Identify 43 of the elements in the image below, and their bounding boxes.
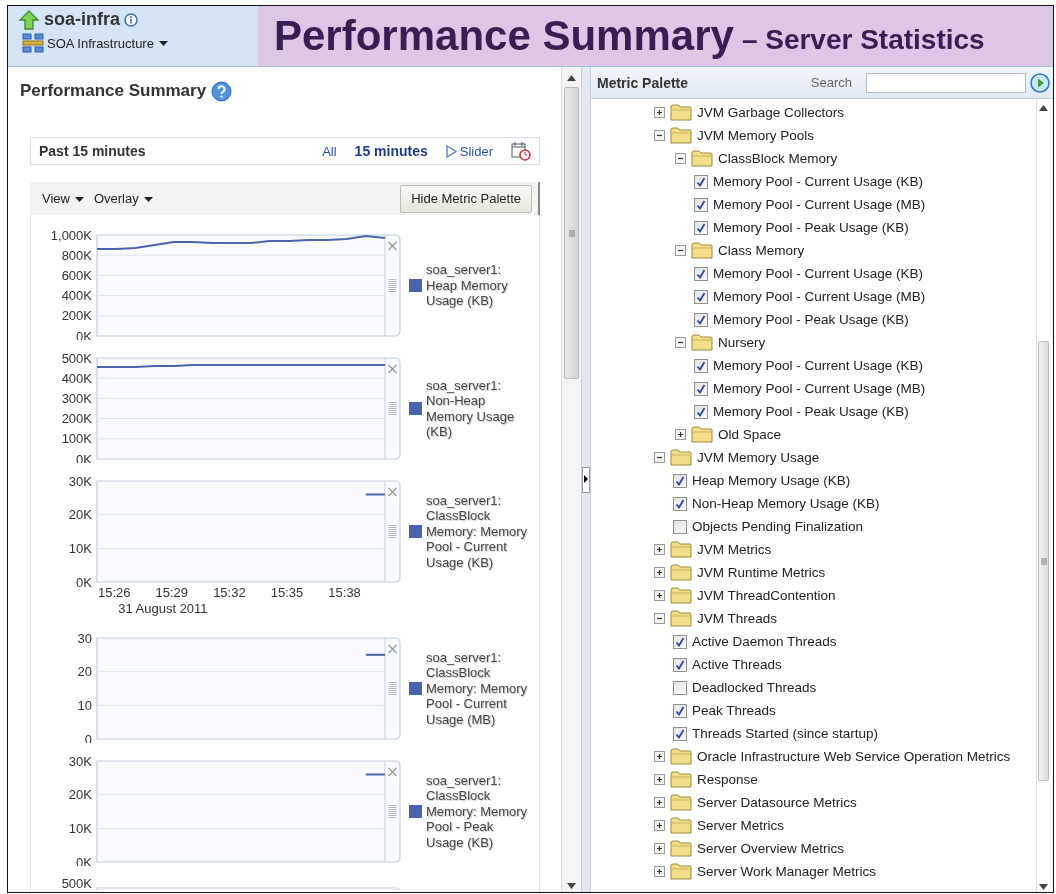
search-label: Search bbox=[810, 75, 852, 90]
axis-label: 30K bbox=[68, 473, 92, 489]
axis-label: 20K bbox=[68, 507, 92, 523]
legend-label: soa_server1: Heap Memory Usage (KB) bbox=[426, 262, 509, 309]
axis-label: 0K bbox=[76, 451, 92, 463]
legend-label: soa_server1: ClassBlock Memory: Memory Pool - Current Usage (MB) bbox=[426, 649, 529, 728]
axis-label: 800K bbox=[61, 247, 92, 263]
axis-title: 31 August 2011 bbox=[118, 601, 208, 616]
time-range-label: Past 15 minutes bbox=[38, 143, 147, 159]
axis-label: 100K bbox=[61, 431, 92, 447]
legend-label: soa_server1: ClassBlock Memory: Memory Pool - Current Usage (KB) bbox=[426, 492, 529, 571]
page-title: Performance Summary bbox=[274, 12, 734, 60]
axis-label: 20 bbox=[77, 664, 92, 680]
axis-label: 30K bbox=[68, 753, 92, 769]
axis-label: 20K bbox=[68, 787, 92, 803]
axis-label: 15:26 bbox=[97, 585, 131, 600]
palette-title: Metric Palette bbox=[597, 74, 690, 91]
axis-label: 15:29 bbox=[155, 585, 189, 600]
axis-label: 10K bbox=[68, 540, 92, 556]
axis-label: 0K bbox=[76, 328, 92, 340]
axis-label: 500K bbox=[61, 876, 92, 890]
axis-label: 0 bbox=[84, 731, 92, 743]
axis-label: 300K bbox=[61, 390, 92, 406]
axis-label: 600K bbox=[61, 267, 92, 283]
axis-label: 30 bbox=[77, 630, 92, 646]
legend-label: soa_server1: ClassBlock Memory: Memory Pool - Peak Usage (KB) bbox=[426, 772, 529, 851]
panel-title: Performance Summary bbox=[20, 81, 207, 101]
axis-label: 0K bbox=[76, 574, 92, 590]
axis-label: 1,000K bbox=[50, 227, 92, 243]
axis-label: 0K bbox=[76, 854, 92, 866]
axis-label: 15:38 bbox=[328, 585, 361, 600]
axis-label: 15:32 bbox=[213, 585, 246, 600]
axis-label: 15:35 bbox=[270, 585, 304, 600]
axis-label: 200K bbox=[61, 411, 92, 427]
legend-label: soa_server1: Non-Heap Memory Usage (KB) bbox=[426, 377, 516, 440]
axis-label: 500K bbox=[61, 350, 92, 366]
axis-label: 10 bbox=[77, 697, 92, 713]
axis-label: 200K bbox=[61, 308, 92, 324]
axis-label: 10K bbox=[68, 820, 92, 836]
app-name: soa-infra bbox=[44, 9, 121, 30]
page-subtitle: – Server Statistics bbox=[741, 23, 985, 56]
axis-label: 400K bbox=[61, 288, 92, 304]
axis-label: 400K bbox=[61, 370, 92, 386]
